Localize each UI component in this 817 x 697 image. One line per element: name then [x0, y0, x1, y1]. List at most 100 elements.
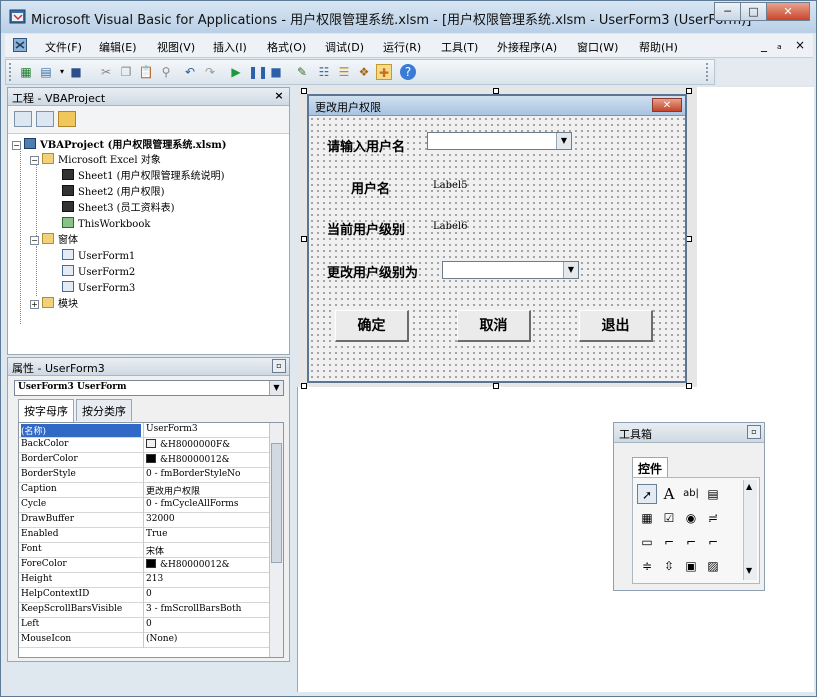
menu-edit[interactable]: 编辑(E) [99, 39, 137, 55]
tree-node-forms[interactable]: − 窗体 [30, 233, 78, 248]
expand-toggle[interactable]: + [30, 300, 39, 309]
project-explorer-icon[interactable]: ☷ [316, 64, 332, 80]
togglebutton-tool-icon[interactable]: ≓ [703, 508, 723, 528]
scrollbar-thumb[interactable] [271, 443, 282, 563]
property-row[interactable]: Height 213 [19, 573, 269, 588]
toolbar-end-grip[interactable] [706, 63, 709, 81]
chevron-down-icon[interactable]: ▼ [556, 133, 571, 149]
property-row[interactable]: BorderColor &H80000012& [19, 453, 269, 468]
label-tool-icon[interactable]: A [659, 484, 679, 504]
tab-categorized[interactable]: 按分类序 [76, 399, 132, 421]
refedit-tool-icon[interactable]: ▨ [703, 556, 723, 576]
menu-view[interactable]: 视图(V) [157, 39, 195, 55]
menu-format[interactable]: 格式(O) [267, 39, 306, 55]
combobox-tool-icon[interactable]: ▤ [703, 484, 723, 504]
label-username[interactable]: 用户名 [351, 178, 390, 197]
toolbox-close-button[interactable]: ▫ [747, 425, 761, 439]
tree-node-vbaproject[interactable]: − VBAProject (用户权限管理系统.xlsm) [12, 138, 227, 153]
property-row[interactable]: Caption 更改用户权限 [19, 483, 269, 498]
userform-close-button[interactable]: ✕ [652, 98, 682, 112]
username-combobox[interactable]: ▼ [427, 132, 572, 150]
textbox-tool-icon[interactable]: ab| [681, 484, 701, 504]
chevron-down-icon[interactable]: ▼ [269, 381, 283, 395]
view-code-icon[interactable] [14, 111, 32, 127]
userform3-design[interactable]: 更改用户权限 ✕ 请输入用户名 ▼ 用户名 Label5 当前用户级别 Labe… [307, 94, 687, 383]
label6[interactable]: Label6 [433, 221, 467, 232]
commandbutton-tool-icon[interactable]: ⌐ [659, 532, 679, 552]
frame-tool-icon[interactable]: ▭ [637, 532, 657, 552]
scrollbar-tool-icon[interactable]: ≑ [637, 556, 657, 576]
tab-controls[interactable]: 控件 [632, 457, 669, 479]
label-change-level[interactable]: 更改用户级别为 [327, 262, 418, 281]
level-combobox[interactable]: ▼ [442, 261, 579, 279]
tab-alphabetic[interactable]: 按字母序 [18, 399, 74, 422]
exit-button[interactable]: 退出 [579, 310, 653, 342]
object-browser-icon[interactable]: ❖ [356, 64, 372, 80]
spinbutton-tool-icon[interactable]: ⇳ [659, 556, 679, 576]
redo-icon[interactable]: ↷ [202, 64, 218, 80]
property-row[interactable]: Enabled True [19, 528, 269, 543]
view-object-icon[interactable] [36, 111, 54, 127]
resize-handle[interactable] [301, 383, 307, 389]
tree-node-sheet1[interactable]: Sheet1 (用户权限管理系统说明) [62, 169, 225, 184]
property-row[interactable]: (名称) UserForm3 [19, 423, 269, 438]
multipage-tool-icon[interactable]: ⌐ [703, 532, 723, 552]
break-icon[interactable]: ❚❚ [248, 64, 268, 80]
property-row[interactable]: KeepScrollBarsVisible 3 - fmScrollBarsBot… [19, 603, 269, 618]
menu-debug[interactable]: 调试(D) [325, 39, 364, 55]
resize-handle[interactable] [493, 383, 499, 389]
userform-body[interactable]: 请输入用户名 ▼ 用户名 Label5 当前用户级别 Label6 更改用户级别… [309, 116, 685, 381]
tree-node-thisworkbook[interactable]: ThisWorkbook [62, 217, 150, 232]
label5[interactable]: Label5 [433, 180, 467, 191]
menu-insert[interactable]: 插入(I) [213, 39, 247, 55]
tabstrip-tool-icon[interactable]: ⌐ [681, 532, 701, 552]
property-row[interactable]: Font 宋体 [19, 543, 269, 558]
menu-file[interactable]: 文件(F) [45, 39, 82, 55]
design-mode-icon[interactable]: ✎ [294, 64, 310, 80]
property-row[interactable]: DrawBuffer 32000 [19, 513, 269, 528]
listbox-tool-icon[interactable]: ▦ [637, 508, 657, 528]
object-selector-combo[interactable]: UserForm3 UserForm ▼ [14, 380, 284, 396]
menu-addins[interactable]: 外接程序(A) [497, 39, 557, 55]
menu-tools[interactable]: 工具(T) [441, 39, 478, 55]
paste-icon[interactable]: 📋 [138, 64, 154, 80]
collapse-toggle[interactable]: − [30, 236, 39, 245]
property-row[interactable]: MouseIcon (None) [19, 633, 269, 648]
run-icon[interactable]: ▶ [228, 64, 244, 80]
property-row[interactable]: BackColor &H8000000F& [19, 438, 269, 453]
save-icon[interactable]: ■ [68, 64, 84, 80]
property-row[interactable]: ForeColor &H80000012& [19, 558, 269, 573]
label-input-username[interactable]: 请输入用户名 [327, 136, 405, 155]
toolbar-grip[interactable] [9, 63, 12, 81]
resize-handle[interactable] [686, 383, 692, 389]
tree-node-userform3[interactable]: UserForm3 [62, 281, 135, 296]
cancel-button[interactable]: 取消 [457, 310, 531, 342]
collapse-toggle[interactable]: − [12, 141, 21, 150]
menu-run[interactable]: 运行(R) [383, 39, 421, 55]
mdi-close-button[interactable]: × [795, 38, 805, 52]
chevron-down-icon[interactable]: ▼ [746, 566, 752, 575]
property-row[interactable]: Cycle 0 - fmCycleAllForms [19, 498, 269, 513]
cut-icon[interactable]: ✂ [98, 64, 114, 80]
optionbutton-tool-icon[interactable]: ◉ [681, 508, 701, 528]
toggle-folders-icon[interactable] [58, 111, 76, 127]
menu-window[interactable]: 窗口(W) [577, 39, 618, 55]
copy-icon[interactable]: ❐ [118, 64, 134, 80]
property-row[interactable]: Left 0 [19, 618, 269, 633]
chevron-down-icon[interactable]: ▼ [563, 262, 578, 278]
property-row[interactable]: HelpContextID 0 [19, 588, 269, 603]
properties-scrollbar[interactable] [269, 423, 283, 657]
toolbox-icon[interactable]: ✚ [376, 64, 392, 80]
insert-userform-icon[interactable]: ▤ [38, 64, 54, 80]
mdi-restore-button[interactable]: ₐ [777, 38, 782, 52]
close-window-button[interactable]: ✕ [766, 2, 810, 21]
help-icon[interactable]: ? [400, 64, 416, 80]
menu-help[interactable]: 帮助(H) [639, 39, 678, 55]
tree-node-sheet3[interactable]: Sheet3 (员工资料表) [62, 201, 175, 216]
tree-node-userform2[interactable]: UserForm2 [62, 265, 135, 280]
tree-node-userform1[interactable]: UserForm1 [62, 249, 135, 264]
image-tool-icon[interactable]: ▣ [681, 556, 701, 576]
collapse-toggle[interactable]: − [30, 156, 39, 165]
properties-window-icon[interactable]: ☰ [336, 64, 352, 80]
tree-node-sheet2[interactable]: Sheet2 (用户权限) [62, 185, 165, 200]
